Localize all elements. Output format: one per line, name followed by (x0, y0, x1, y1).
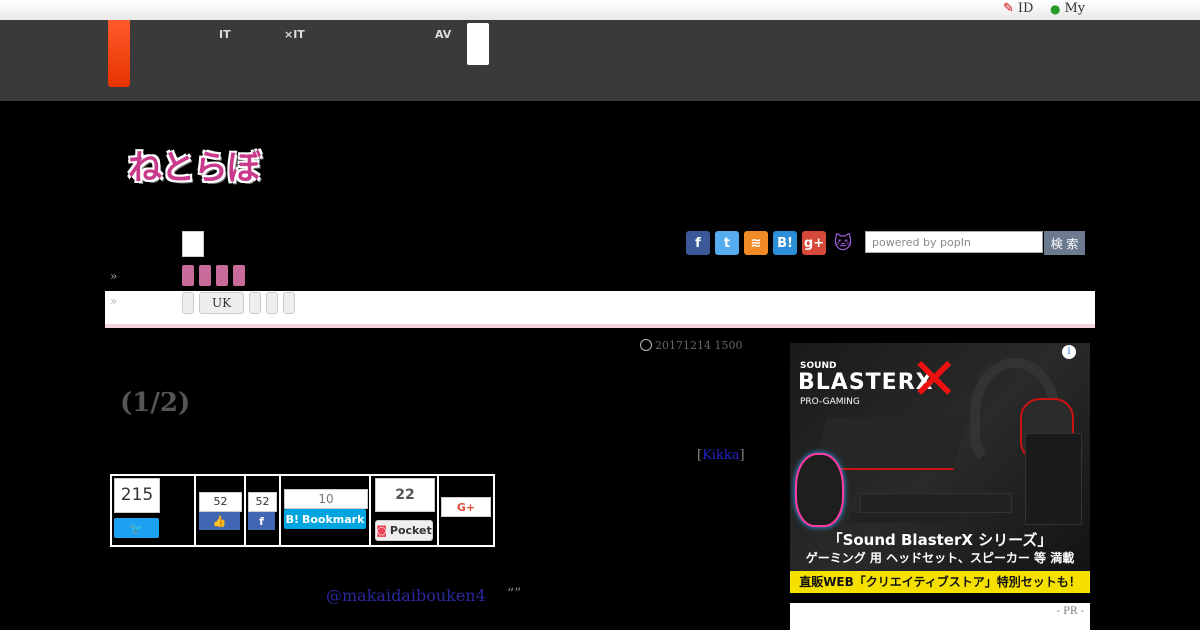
share-divider (437, 476, 439, 545)
my-link[interactable]: ● My (1050, 1, 1085, 16)
share-divider (194, 476, 196, 545)
soundbar-icon (860, 493, 1012, 513)
subcategory-button-uk[interactable]: UK (199, 292, 244, 314)
id-link[interactable]: ✎ ID (1003, 1, 1033, 16)
nav-item-x-it-line2: ×IT (284, 28, 305, 41)
googleplus-button[interactable]: G+ (441, 497, 491, 517)
subcategory-button[interactable] (266, 292, 278, 314)
nav-item-it-line2: IT (219, 28, 231, 41)
pr-box: - PR - (790, 603, 1090, 630)
subwoofer-icon (1025, 433, 1082, 525)
x-logo-icon: ✕ (910, 345, 959, 413)
nav-item-av[interactable]: AV (435, 27, 451, 42)
user-icon: ● (1050, 1, 1061, 16)
adchoices-icon[interactable]: i (1062, 345, 1076, 359)
cat-icon[interactable]: 🐱 (831, 231, 855, 255)
tweet-handle-link[interactable]: @makaidaibouken4 (326, 586, 486, 605)
twitter-bird-icon: 🐦 (129, 521, 144, 535)
author-link[interactable]: Kikka (702, 448, 739, 463)
author-credit: [Kikka] (697, 448, 745, 463)
fb-share-count: 52 (248, 492, 277, 512)
hatena-icon: B! (285, 512, 299, 526)
author-bracket-close: ] (739, 448, 745, 463)
twitter-icon[interactable]: t (715, 231, 739, 255)
logo-text: ねとらぼ (128, 148, 261, 188)
facebook-icon[interactable]: f (686, 231, 710, 255)
category-tag[interactable] (199, 265, 211, 286)
share-divider (244, 476, 246, 545)
nav-box[interactable] (467, 23, 489, 65)
article-date: 20171214 1500 (655, 339, 743, 352)
pocket-label: Pocket (389, 524, 432, 537)
site-tab[interactable] (108, 20, 130, 87)
category-tag[interactable] (216, 265, 228, 286)
clock-icon (640, 339, 652, 351)
site-logo[interactable]: ねとらぼ (128, 140, 261, 189)
fb-like-button[interactable]: 👍 (199, 512, 240, 530)
nav-item-av-line1: AV (435, 28, 452, 41)
hatena-bookmark-button[interactable]: B! Bookmark (284, 509, 366, 529)
hatena-label: Bookmark (301, 512, 365, 526)
breadcrumb-marker: » (110, 269, 118, 283)
advertisement[interactable]: SOUND BLASTERX PRO-GAMING ✕ i 「Sound Bla… (790, 343, 1090, 593)
id-label: ID (1017, 1, 1034, 16)
ad-brand-subtitle: PRO-GAMING (800, 397, 860, 407)
share-divider (279, 476, 281, 545)
nav-item-it[interactable]: IT (219, 27, 231, 42)
hatena-icon[interactable]: B! (773, 231, 797, 255)
facebook-icon: f (259, 514, 264, 528)
thumbs-up-icon: 👍 (212, 514, 227, 528)
subcategory-button[interactable] (249, 292, 261, 314)
pocket-count: 22 (375, 478, 435, 512)
pr-label: - PR - (1056, 606, 1084, 617)
global-nav (0, 20, 1200, 101)
rss-icon[interactable]: ≋ (744, 231, 768, 255)
twitter-count: 215 (114, 478, 160, 513)
fb-like-count: 52 (199, 492, 242, 512)
breadcrumb-marker: » (110, 294, 118, 308)
uk-label: UK (211, 296, 232, 310)
ad-banner-gaming: ゲーミング 用 ヘッドセット、スピーカー 等 満載 (805, 551, 1075, 565)
subcategory-button[interactable] (182, 292, 194, 314)
mouse-icon (795, 453, 844, 527)
pocket-icon: ◙ (376, 524, 387, 537)
ad-banner-store: 直販WEB「クリエイティブストア」特別セットも！ (790, 571, 1090, 593)
quote-marks: “” (507, 586, 522, 602)
keyboard-icon (850, 513, 960, 523)
article-title: (1/2) (120, 388, 191, 418)
ad-banner-series: 「Sound BlasterX シリーズ」 (827, 531, 1053, 549)
category-box[interactable] (182, 231, 204, 257)
googleplus-icon[interactable]: g+ (802, 231, 826, 255)
hatena-count: 10 (284, 489, 368, 509)
category-tag[interactable] (233, 265, 245, 286)
share-divider (369, 476, 371, 545)
search-button[interactable]: 検 索 (1044, 231, 1085, 255)
pocket-button[interactable]: ◙ Pocket (375, 520, 433, 541)
fb-share-button[interactable]: f (248, 512, 275, 530)
pencil-icon: ✎ (1003, 1, 1014, 16)
nav-item-x-it[interactable]: ×IT (284, 27, 305, 42)
my-label: My (1064, 1, 1086, 16)
category-tag[interactable] (182, 265, 194, 286)
tweet-button[interactable]: 🐦 (114, 518, 159, 538)
subcategory-button[interactable] (283, 292, 295, 314)
search-input[interactable]: powered by popIn (865, 231, 1043, 253)
